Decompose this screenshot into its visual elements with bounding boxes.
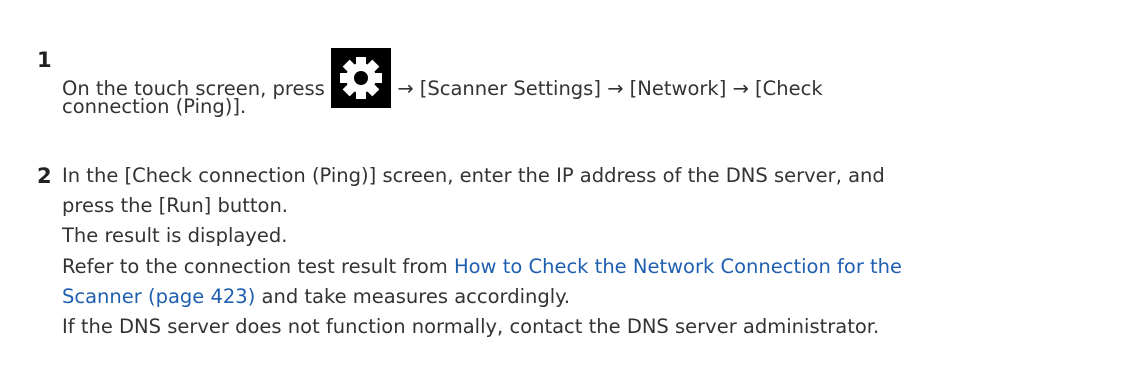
step-2-line-4: Refer to the connection test result from… bbox=[62, 255, 902, 278]
step-2-line-6: If the DNS server does not function norm… bbox=[62, 315, 880, 338]
step-1-line-2: connection (Ping)]. bbox=[62, 95, 247, 118]
network-check-link-continued[interactable]: Scanner (page 423) bbox=[62, 285, 255, 308]
step-number: 2 bbox=[37, 164, 52, 188]
step-2-text-before-link: Refer to the connection test result from bbox=[62, 255, 448, 278]
step-2-line-2: press the [Run] button. bbox=[62, 194, 289, 217]
gear-icon bbox=[331, 48, 392, 108]
step-2-line-1: In the [Check connection (Ping)] screen,… bbox=[62, 164, 885, 187]
step-2-line-5: Scanner (page 423) and take measures acc… bbox=[62, 285, 570, 308]
network-check-link[interactable]: How to Check the Network Connection for … bbox=[454, 255, 902, 278]
step-2-text-after-link: and take measures accordingly. bbox=[261, 285, 571, 308]
step-number: 1 bbox=[37, 48, 52, 72]
step-1-text-after-icon: → [Scanner Settings] → [Network] → [Chec… bbox=[397, 77, 823, 100]
step-2-line-3: The result is displayed. bbox=[62, 224, 288, 247]
